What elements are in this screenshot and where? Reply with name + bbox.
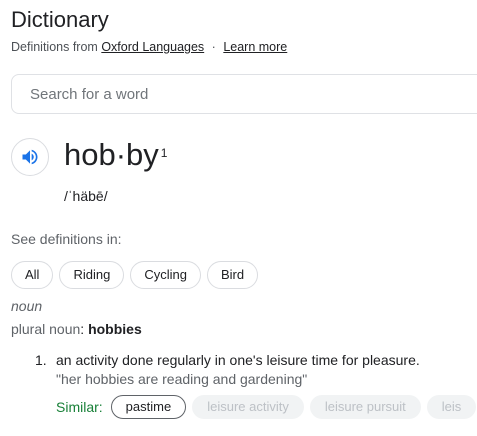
synonym-chip[interactable]: leis bbox=[426, 395, 477, 419]
plural-label: plural noun bbox=[11, 321, 81, 337]
pronunciation-button[interactable] bbox=[11, 138, 49, 176]
oxford-languages-link[interactable]: Oxford Languages bbox=[101, 40, 204, 54]
learn-more-link[interactable]: Learn more bbox=[223, 40, 287, 54]
chip-all[interactable]: All bbox=[11, 261, 54, 289]
search-box[interactable] bbox=[11, 74, 477, 114]
similar-row: Similar: pastime leisure activity leisur… bbox=[56, 395, 477, 419]
chip-riding[interactable]: Riding bbox=[59, 261, 125, 289]
search-input[interactable] bbox=[28, 84, 432, 104]
plural-value: hobbies bbox=[88, 321, 142, 337]
headword: hob·by 1 bbox=[64, 134, 167, 176]
source-line: Definitions from Oxford Languages · Lear… bbox=[11, 40, 287, 54]
definition-number: 1. bbox=[35, 352, 47, 368]
chip-bird[interactable]: Bird bbox=[206, 261, 259, 289]
headword-text: hob·by bbox=[64, 137, 159, 172]
separator-dot: · bbox=[211, 40, 216, 54]
similar-label: Similar: bbox=[56, 399, 103, 415]
dictionary-title: Dictionary bbox=[11, 7, 109, 32]
part-of-speech: noun bbox=[11, 298, 43, 314]
volume-icon bbox=[22, 149, 38, 165]
see-definitions-label: See definitions in: bbox=[11, 231, 122, 247]
synonym-chip[interactable]: pastime bbox=[110, 395, 187, 419]
homograph-number: 1 bbox=[160, 146, 168, 160]
definition-example: "her hobbies are reading and gardening" bbox=[56, 371, 308, 387]
source-prefix: Definitions from bbox=[11, 40, 98, 54]
phonetic: /ˈhäbē/ bbox=[64, 188, 108, 204]
synonym-chip[interactable]: leisure pursuit bbox=[309, 395, 421, 419]
plural-colon: : bbox=[80, 321, 85, 337]
chip-cycling[interactable]: Cycling bbox=[130, 261, 201, 289]
definition-text: an activity done regularly in one's leis… bbox=[56, 352, 420, 368]
synonym-chip[interactable]: leisure activity bbox=[192, 395, 304, 419]
plural-line: plural noun: hobbies bbox=[11, 321, 142, 337]
definition-filter-chips: All Riding Cycling Bird bbox=[11, 261, 259, 289]
